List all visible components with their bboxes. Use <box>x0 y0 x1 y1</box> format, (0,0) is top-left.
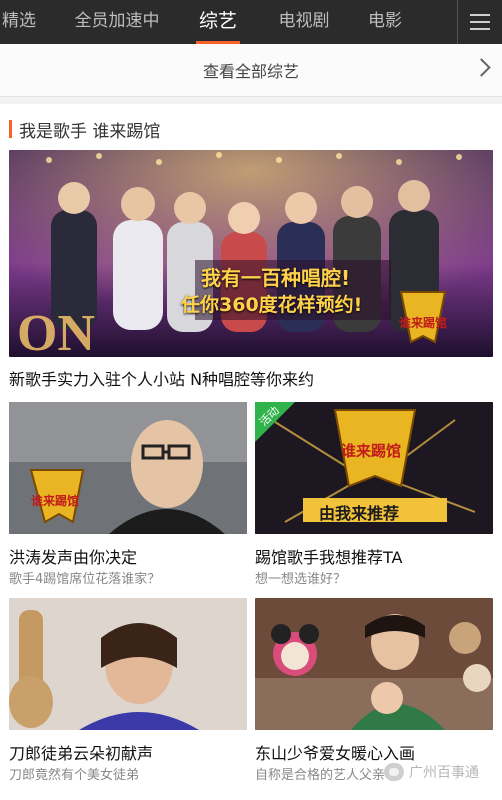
show-logo-text: 谁来踢馆 <box>399 316 448 330</box>
hero-caption[interactable]: 新歌手实力入驻个人小站 N种唱腔等你来约 <box>9 366 314 390</box>
card-3-subtitle: 刀郎竟然有个美女徒弟 <box>9 768 140 783</box>
card-thumbnail-3[interactable] <box>9 598 247 730</box>
section-accent-bar <box>9 120 12 138</box>
tab-label: 综艺 <box>198 10 237 32</box>
card-thumbnail-2[interactable]: 活动 谁来踢馆 由我来推荐 <box>255 402 493 534</box>
view-all-variety-row[interactable]: 查看全部综艺 <box>0 44 502 97</box>
chevron-right-icon <box>472 58 491 77</box>
card-2-banner-text: 由我来推荐 <box>319 504 400 523</box>
hero-thumbnail[interactable]: ON 我有一百种唱腔! 任你360度花样预约! 谁来踢馆 <box>9 150 493 357</box>
section-header: 我是歌手 谁来踢馆 <box>9 118 161 142</box>
tab-label: 电视剧 <box>278 11 330 31</box>
card-2-subtitle: 想一想选谁好？ <box>255 572 347 587</box>
content-area: 我是歌手 谁来踢馆 ON 我有一百种唱腔! 任你360度花样预约! 谁来踢馆 新… <box>0 104 502 800</box>
tab-label: 电影 <box>368 11 402 31</box>
menu-icon[interactable] <box>457 0 502 44</box>
card-1-image <box>9 402 247 534</box>
tab-tv-series[interactable]: 电视剧 <box>258 0 350 44</box>
card-3-title[interactable]: 刀郎徒弟云朵初献声 <box>9 740 153 764</box>
card-2-logo-text: 谁来踢馆 <box>341 442 402 460</box>
tab-featured[interactable]: 精选 <box>0 0 56 44</box>
card-1-subtitle: 歌手4踢馆席位花落谁家？ <box>9 572 161 587</box>
card-4-title[interactable]: 东山少爷爱女暖心入画 <box>255 740 415 764</box>
card-1-logo-text: 谁来踢馆 <box>31 494 80 508</box>
svg-text:ON: ON <box>17 305 95 357</box>
tab-speedup[interactable]: 全员加速中 <box>56 0 178 44</box>
top-tab-bar: 精选 全员加速中 综艺 电视剧 电影 <box>0 0 502 44</box>
tab-label: 精选 <box>2 11 36 31</box>
watermark-text: 广州百事通 <box>409 765 479 781</box>
chat-bubble-icon <box>384 763 404 781</box>
tab-label: 全员加速中 <box>74 11 160 31</box>
card-2-title[interactable]: 踢馆歌手我想推荐TA <box>255 544 402 568</box>
hero-banner-text-1: 我有一百种唱腔! <box>201 266 351 290</box>
card-thumbnail-4[interactable] <box>255 598 493 730</box>
tab-list: 精选 全员加速中 综艺 电视剧 电影 <box>0 0 502 44</box>
activity-badge: 活动 <box>255 402 295 442</box>
show-logo: 谁来踢馆 <box>395 290 451 344</box>
card-1-title[interactable]: 洪涛发声由你决定 <box>9 544 137 568</box>
card-thumbnail-1[interactable]: 谁来踢馆 <box>9 402 247 534</box>
view-all-label: 查看全部综艺 <box>202 62 299 81</box>
card-4-image <box>255 598 493 730</box>
tab-variety[interactable]: 综艺 <box>178 0 258 44</box>
section-title: 我是歌手 谁来踢馆 <box>19 121 161 142</box>
hero-banner-text-2: 任你360度花样预约! <box>181 294 363 316</box>
watermark: 广州百事通 <box>384 762 479 782</box>
card-3-image <box>9 598 247 730</box>
tab-movies[interactable]: 电影 <box>350 0 420 44</box>
card-4-subtitle: 自称是合格的艺人父亲 <box>255 768 386 783</box>
